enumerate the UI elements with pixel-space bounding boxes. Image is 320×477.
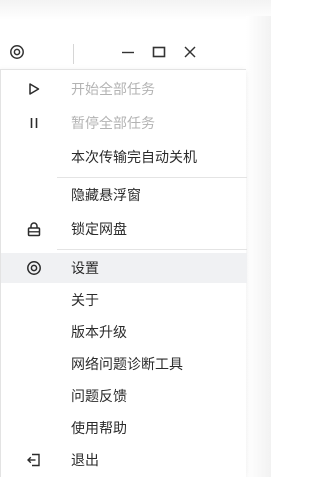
window-edge xyxy=(246,16,271,477)
settings-dropdown-menu: 开始全部任务 暂停全部任务 本次传输完自动关机 隐藏悬浮窗 锁定网盘 设置 关于… xyxy=(0,69,247,477)
menu-item-feedback[interactable]: 问题反馈 xyxy=(1,381,247,411)
menu-item-about[interactable]: 关于 xyxy=(1,285,247,315)
title-bar-divider xyxy=(73,44,74,64)
menu-item-auto-shutdown[interactable]: 本次传输完自动关机 xyxy=(1,142,247,172)
menu-item-label: 锁定网盘 xyxy=(71,222,127,238)
menu-item-help[interactable]: 使用帮助 xyxy=(1,413,247,443)
minimize-icon xyxy=(122,51,134,54)
window-shadow xyxy=(0,0,271,20)
settings-menu-button[interactable] xyxy=(4,34,30,70)
settings-icon xyxy=(10,45,24,59)
close-button[interactable] xyxy=(178,34,202,70)
exit-icon xyxy=(25,451,43,469)
menu-separator xyxy=(57,249,247,250)
play-icon xyxy=(25,80,43,98)
maximize-icon xyxy=(152,46,166,58)
menu-item-hide-float-window[interactable]: 隐藏悬浮窗 xyxy=(1,180,247,210)
menu-item-pause-all[interactable]: 暂停全部任务 xyxy=(1,108,247,138)
menu-item-label: 问题反馈 xyxy=(71,389,127,405)
menu-item-exit[interactable]: 退出 xyxy=(1,445,247,475)
menu-item-start-all[interactable]: 开始全部任务 xyxy=(1,74,247,104)
menu-item-label: 网络问题诊断工具 xyxy=(71,357,183,373)
menu-item-label: 退出 xyxy=(71,453,99,469)
menu-item-label: 版本升级 xyxy=(71,325,127,341)
menu-separator xyxy=(57,177,247,178)
maximize-button[interactable] xyxy=(147,34,171,70)
menu-item-label: 开始全部任务 xyxy=(71,82,155,98)
pause-icon xyxy=(25,114,43,132)
menu-item-label: 关于 xyxy=(71,293,99,309)
minimize-button[interactable] xyxy=(116,34,140,70)
menu-item-settings[interactable]: 设置 xyxy=(1,253,247,283)
menu-item-label: 隐藏悬浮窗 xyxy=(71,188,141,204)
menu-item-network-diagnosis[interactable]: 网络问题诊断工具 xyxy=(1,349,247,379)
menu-item-upgrade[interactable]: 版本升级 xyxy=(1,317,247,347)
app-window: 开始全部任务 暂停全部任务 本次传输完自动关机 隐藏悬浮窗 锁定网盘 设置 关于… xyxy=(0,0,271,477)
settings-icon xyxy=(25,259,43,277)
title-bar xyxy=(0,34,246,70)
close-icon xyxy=(184,46,196,58)
menu-item-label: 暂停全部任务 xyxy=(71,116,155,132)
menu-item-lock-drive[interactable]: 锁定网盘 xyxy=(1,214,247,244)
menu-item-label: 使用帮助 xyxy=(71,421,127,437)
menu-item-label: 本次传输完自动关机 xyxy=(71,150,197,166)
lock-icon xyxy=(25,220,43,238)
menu-item-label: 设置 xyxy=(71,261,99,277)
